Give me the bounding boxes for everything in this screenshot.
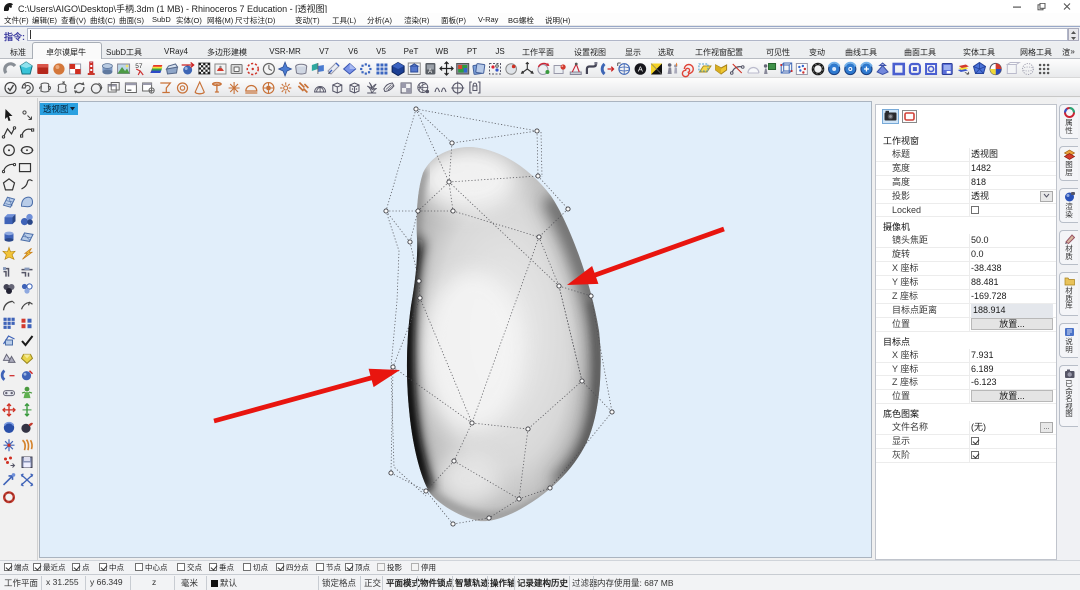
svg-text:A: A (638, 65, 643, 74)
svg-text:A: A (428, 69, 432, 75)
